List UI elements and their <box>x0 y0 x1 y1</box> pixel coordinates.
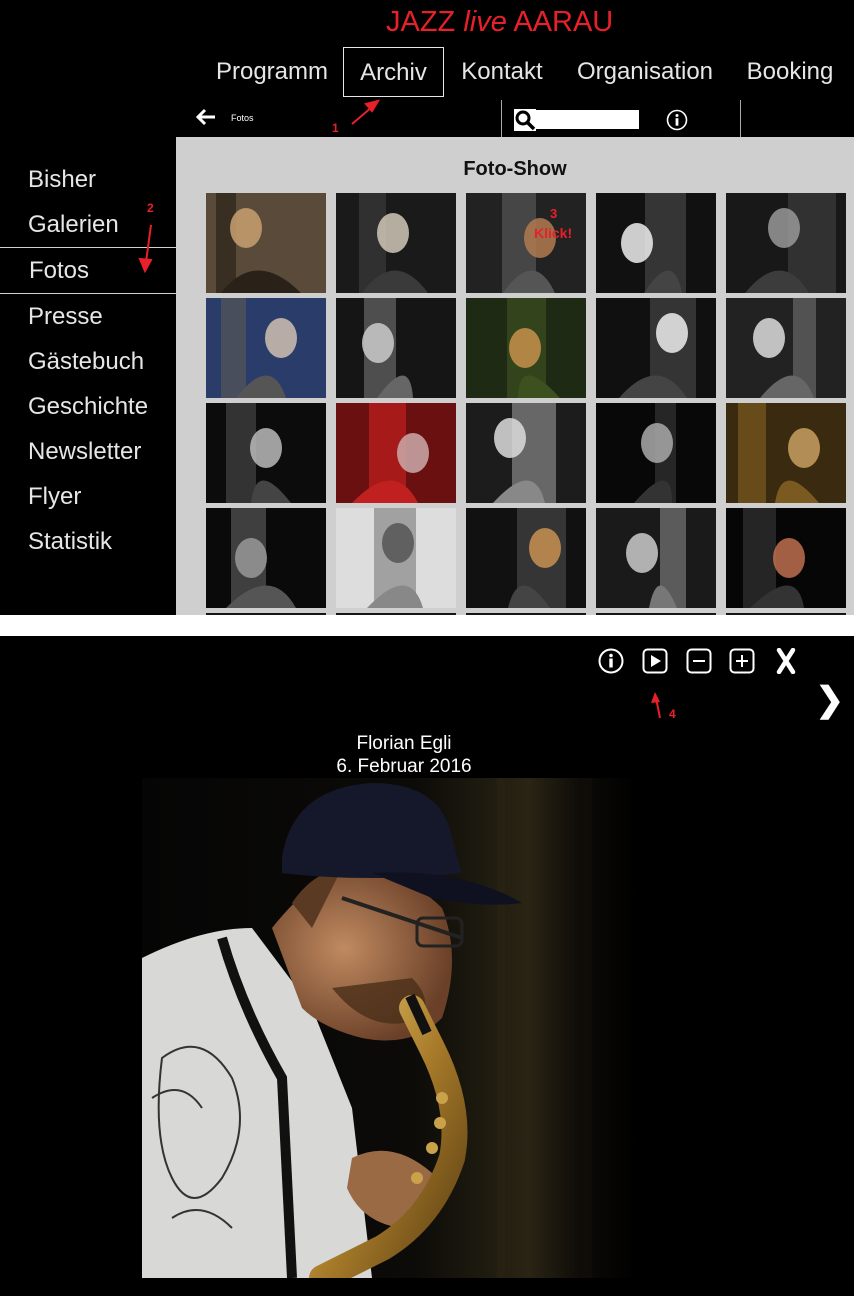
annotation-arrow-4 <box>651 692 661 719</box>
photo-caption: Florian Egli 6. Februar 2016 <box>254 732 554 778</box>
screenshot-separator <box>0 615 854 636</box>
annotation-3: 3 <box>550 206 558 221</box>
photo-viewer-screenshot: ❯ 4 Florian Egli 6. Februar 2016 <box>0 636 854 1296</box>
annotation-3-klick: Klick! <box>534 225 573 241</box>
annotation-2: 2 <box>147 201 154 215</box>
main-photo <box>142 778 637 1278</box>
photo-caption-name: Florian Egli <box>356 733 452 754</box>
photo-caption-date: 6. Februar 2016 <box>336 756 472 777</box>
saxophonist-photo <box>142 778 637 1278</box>
annotation-arrows <box>138 99 381 274</box>
archive-page-screenshot: JAZZ live AARAU Programm Archiv Kontakt … <box>0 0 854 615</box>
annotation-1: 1 <box>332 121 339 135</box>
annotation-4: 4 <box>669 707 676 721</box>
